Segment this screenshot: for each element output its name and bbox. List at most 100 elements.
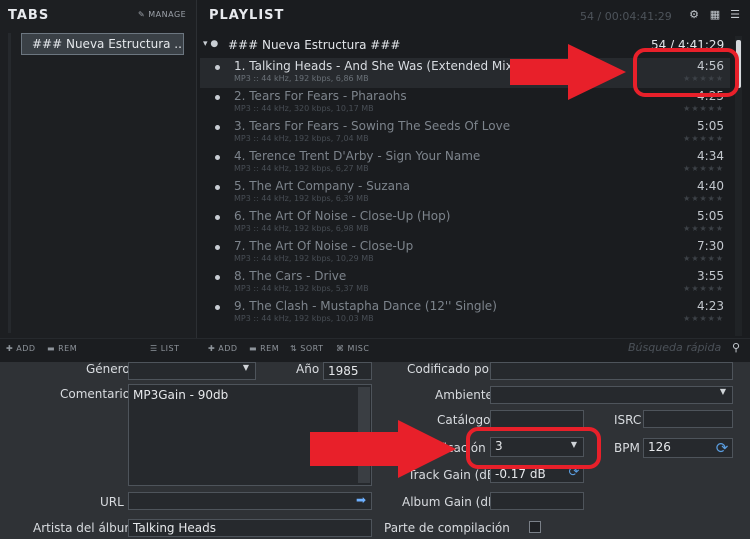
track-duration: 5:05 xyxy=(697,119,724,133)
manage-tabs-button[interactable]: ✎ MANAGE xyxy=(138,10,186,19)
tabs-list-label: LIST xyxy=(160,344,180,353)
chevron-down-icon: ▼ xyxy=(242,363,249,372)
track-info: MP3 :: 44 kHz, 192 kbps, 6,98 MB xyxy=(234,224,369,233)
track-rating-stars[interactable]: ★★★★★ xyxy=(683,314,724,323)
track-row[interactable]: 4. Terence Trent D'Arby - Sign Your Name… xyxy=(200,148,730,178)
codificado-input[interactable] xyxy=(490,362,733,380)
track-title: 3. Tears For Fears - Sowing The Seeds Of… xyxy=(234,119,511,133)
track-row[interactable]: 3. Tears For Fears - Sowing The Seeds Of… xyxy=(200,118,730,148)
track-rating-stars[interactable]: ★★★★★ xyxy=(683,104,724,113)
playlist-sort-button[interactable]: ⇅ SORT xyxy=(290,344,324,353)
track-bullet-icon xyxy=(215,95,220,100)
track-title: 8. The Cars - Drive xyxy=(234,269,347,283)
list-icon: ☰ xyxy=(150,344,158,353)
track-duration: 4:23 xyxy=(697,299,724,313)
url-input[interactable] xyxy=(128,492,372,510)
track-title: 7. The Art Of Noise - Close-Up xyxy=(234,239,414,253)
track-bullet-icon xyxy=(215,155,220,160)
track-info: MP3 :: 44 kHz, 192 kbps, 6,86 MB xyxy=(234,74,369,83)
track-title: 4. Terence Trent D'Arby - Sign Your Name xyxy=(234,149,481,163)
playlist-add-button[interactable]: ✚ ADD xyxy=(208,344,238,353)
tabs-remove-button[interactable]: ▬ REM xyxy=(47,344,77,353)
catalogo-input[interactable] xyxy=(490,410,584,428)
playlist-misc-label: MISC xyxy=(347,344,370,353)
go-arrow-icon[interactable]: ➡ xyxy=(352,493,370,509)
group-collapse-icon[interactable]: ▾ ● xyxy=(203,39,218,49)
isrc-input[interactable] xyxy=(643,410,733,428)
track-info: MP3 :: 44 kHz, 192 kbps, 10,03 MB xyxy=(234,314,374,323)
track-title: 5. The Art Company - Suzana xyxy=(234,179,410,193)
compilacion-label: Parte de compilación xyxy=(384,521,510,535)
album-gain-input[interactable] xyxy=(490,492,584,510)
track-info: MP3 :: 44 kHz, 192 kbps, 7,04 MB xyxy=(234,134,369,143)
compilacion-checkbox[interactable] xyxy=(529,521,541,533)
artista-album-label: Artista del álbum xyxy=(33,521,137,535)
genero-select[interactable]: ▼ xyxy=(128,362,256,380)
ambiente-select[interactable]: ▼ xyxy=(490,386,733,404)
sort-icon: ⇅ xyxy=(290,344,298,353)
chevron-down-icon: ▼ xyxy=(719,387,726,396)
track-duration: 5:05 xyxy=(697,209,724,223)
tabs-remove-label: REM xyxy=(58,344,78,353)
url-label: URL xyxy=(100,495,124,509)
settings-icon[interactable]: ⚙ xyxy=(688,9,700,21)
playlist-sort-label: SORT xyxy=(300,344,324,353)
artista-album-input[interactable]: Talking Heads xyxy=(128,519,372,537)
track-row[interactable]: 7. The Art Of Noise - Close-Up MP3 :: 44… xyxy=(200,238,730,268)
track-title: 6. The Art Of Noise - Close-Up (Hop) xyxy=(234,209,451,223)
minus-icon: ▬ xyxy=(249,344,258,353)
refresh-icon[interactable]: ⟳ xyxy=(713,439,731,457)
tabs-title: TABS xyxy=(8,8,50,23)
ano-input[interactable]: 1985 xyxy=(323,362,372,380)
playlist-remove-button[interactable]: ▬ REM xyxy=(249,344,279,353)
annotation-arrow-right-icon xyxy=(510,44,626,100)
playlist-title: PLAYLIST xyxy=(209,8,285,23)
track-row[interactable]: 8. The Cars - Drive MP3 :: 44 kHz, 192 k… xyxy=(200,268,730,298)
tabs-add-button[interactable]: ✚ ADD xyxy=(6,344,36,353)
track-bullet-icon xyxy=(215,305,220,310)
tab-item-nueva-estructura[interactable]: ### Nueva Estructura ... xyxy=(21,33,184,55)
quick-search-input[interactable]: Búsqueda rápida xyxy=(628,341,721,354)
manage-label: MANAGE xyxy=(148,10,187,19)
tabs-list-scroll-edge xyxy=(8,33,11,333)
ano-label: Año xyxy=(296,362,320,376)
track-bullet-icon xyxy=(215,65,220,70)
track-rating-stars[interactable]: ★★★★★ xyxy=(683,134,724,143)
ambiente-label: Ambiente xyxy=(435,388,493,402)
annotation-arrow-shape xyxy=(510,44,626,100)
pencil-icon: ✎ xyxy=(138,10,146,19)
playlist-misc-button[interactable]: ⌘ MISC xyxy=(336,344,369,353)
track-duration: 4:34 xyxy=(697,149,724,163)
search-icon[interactable]: ⚲ xyxy=(732,341,740,354)
track-rating-stars[interactable]: ★★★★★ xyxy=(683,224,724,233)
track-info: MP3 :: 44 kHz, 192 kbps, 10,29 MB xyxy=(234,254,374,263)
track-title: 2. Tears For Fears - Pharaohs xyxy=(234,89,407,103)
playlist-summary: 54 / 00:04:41:29 xyxy=(580,10,672,23)
track-bullet-icon xyxy=(215,245,220,250)
grid-view-icon[interactable]: ▦ xyxy=(709,9,721,21)
track-rating-stars[interactable]: ★★★★★ xyxy=(683,164,724,173)
track-row[interactable]: 9. The Clash - Mustapha Dance (12'' Sing… xyxy=(200,298,730,328)
annotation-arrow-right-icon xyxy=(310,420,456,478)
track-rating-stars[interactable]: ★★★★★ xyxy=(683,284,724,293)
track-rating-stars[interactable]: ★★★★★ xyxy=(683,254,724,263)
misc-icon: ⌘ xyxy=(336,344,345,353)
track-bullet-icon xyxy=(215,185,220,190)
minus-icon: ▬ xyxy=(47,344,56,353)
tabs-list-button[interactable]: ☰ LIST xyxy=(150,344,180,353)
track-duration: 3:55 xyxy=(697,269,724,283)
annotation-highlight-duration xyxy=(633,48,739,97)
track-bullet-icon xyxy=(215,215,220,220)
track-info: MP3 :: 44 kHz, 192 kbps, 5,37 MB xyxy=(234,284,369,293)
playlist-remove-label: REM xyxy=(260,344,280,353)
track-bullet-icon xyxy=(215,125,220,130)
track-row[interactable]: 6. The Art Of Noise - Close-Up (Hop) MP3… xyxy=(200,208,730,238)
track-rating-stars[interactable]: ★★★★★ xyxy=(683,194,724,203)
genero-label: Género xyxy=(86,362,130,376)
group-name: ### Nueva Estructura ### xyxy=(228,38,401,52)
track-row[interactable]: 5. The Art Company - Suzana MP3 :: 44 kH… xyxy=(200,178,730,208)
codificado-label: Codificado por xyxy=(407,362,494,376)
plus-icon: ✚ xyxy=(208,344,216,353)
list-view-icon[interactable]: ☰ xyxy=(729,9,741,21)
tabs-add-label: ADD xyxy=(16,344,36,353)
